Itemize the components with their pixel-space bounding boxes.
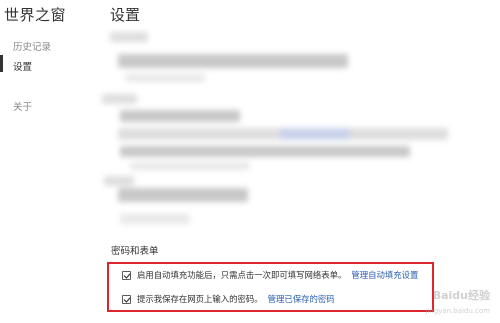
autofill-option-label: 启用自动填充功能后，只需点击一次即可填写网络表单。 xyxy=(137,270,347,280)
section-title-passwords-forms: 密码和表单 xyxy=(111,246,159,257)
brand-title: 世界之窗 xyxy=(4,6,67,24)
save-password-option-row: 提示我保存在网页上输入的密码。 管理已保存的密码 xyxy=(122,292,335,306)
watermark-logo: Baidu经验 xyxy=(432,289,490,302)
manage-passwords-link[interactable]: 管理已保存的密码 xyxy=(268,293,335,305)
settings-window: 世界之窗 历史记录 设置 关于 设置 密码和表单 启用自动填充功能后，只需点击一… xyxy=(0,0,500,323)
autofill-option-row: 启用自动填充功能后，只需点击一次即可填写网络表单。 管理自动填充设置 xyxy=(122,268,418,282)
page-title: 设置 xyxy=(110,6,141,24)
save-password-checkbox[interactable] xyxy=(122,294,131,304)
active-nav-indicator xyxy=(0,55,3,72)
blurred-settings-content xyxy=(90,28,450,238)
sidebar: 世界之窗 历史记录 设置 关于 xyxy=(0,0,80,323)
save-password-option-label: 提示我保存在网页上输入的密码。 xyxy=(137,294,263,304)
sidebar-item-about[interactable]: 关于 xyxy=(13,99,32,113)
manage-autofill-link[interactable]: 管理自动填充设置 xyxy=(351,269,418,281)
watermark-url: jingyan.baidu.com xyxy=(425,307,490,315)
autofill-checkbox[interactable] xyxy=(122,270,131,280)
sidebar-item-settings[interactable]: 设置 xyxy=(13,59,32,73)
sidebar-item-history[interactable]: 历史记录 xyxy=(13,39,51,53)
